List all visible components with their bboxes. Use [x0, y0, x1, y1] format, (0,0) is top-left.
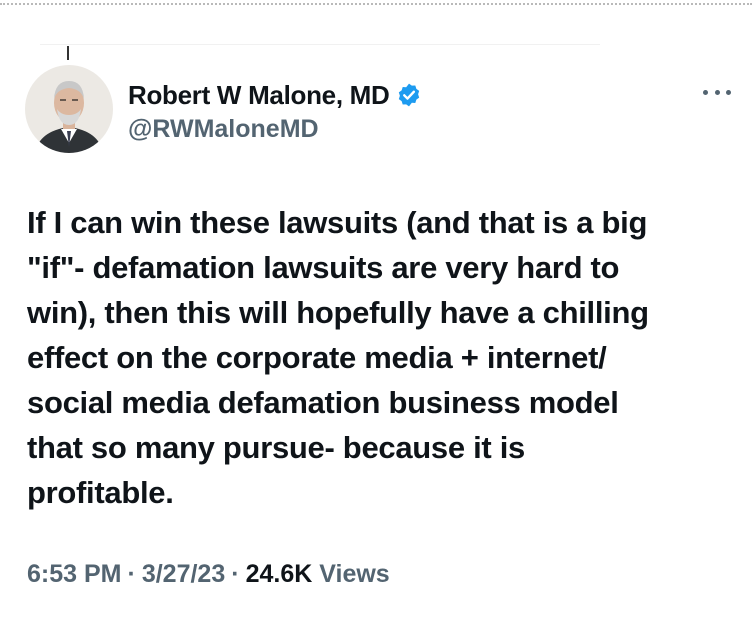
- tweet-screenshot: Robert W Malone, MD @RWMaloneMD If I can…: [0, 0, 752, 628]
- more-dot: [703, 89, 708, 95]
- views-label: Views: [319, 560, 390, 588]
- divider: [40, 44, 600, 45]
- tweet-time[interactable]: 6:53 PM: [27, 560, 121, 589]
- tweet-date[interactable]: 3/27/23: [142, 560, 225, 589]
- tweet-text-line: that so many pursue- because it is: [27, 430, 526, 465]
- more-dot: [714, 89, 720, 95]
- author-display-name[interactable]: Robert W Malone, MD: [128, 80, 390, 111]
- more-options-icon[interactable]: [703, 84, 731, 100]
- tweet-text: If I can win these lawsuits (and that is…: [27, 200, 737, 515]
- dotted-border: [0, 3, 752, 5]
- author-name-row[interactable]: Robert W Malone, MD: [128, 79, 422, 111]
- tweet-meta: 6:53 PM · 3/27/23 · 24.6K Views: [27, 560, 390, 589]
- avatar[interactable]: [25, 65, 113, 153]
- tweet-text-line: If I can win these lawsuits (and that is…: [27, 205, 648, 240]
- more-dot: [726, 89, 731, 95]
- views-count: 24.6K: [245, 560, 313, 588]
- meta-separator: ·: [127, 560, 136, 588]
- verified-badge-icon: [398, 83, 419, 107]
- cursor-mark: [67, 46, 69, 60]
- tweet-text-line: profitable.: [27, 475, 174, 510]
- tweet-text-line: win), then this will hopefully have a ch…: [27, 295, 649, 330]
- tweet-text-line: "if"- defamation lawsuits are very hard …: [27, 250, 620, 285]
- author-handle[interactable]: @RWMaloneMD: [128, 115, 319, 144]
- tweet-text-line: effect on the corporate media + internet…: [27, 340, 607, 375]
- tweet-text-line: social media defamation business model: [27, 385, 619, 420]
- meta-separator: ·: [231, 560, 240, 588]
